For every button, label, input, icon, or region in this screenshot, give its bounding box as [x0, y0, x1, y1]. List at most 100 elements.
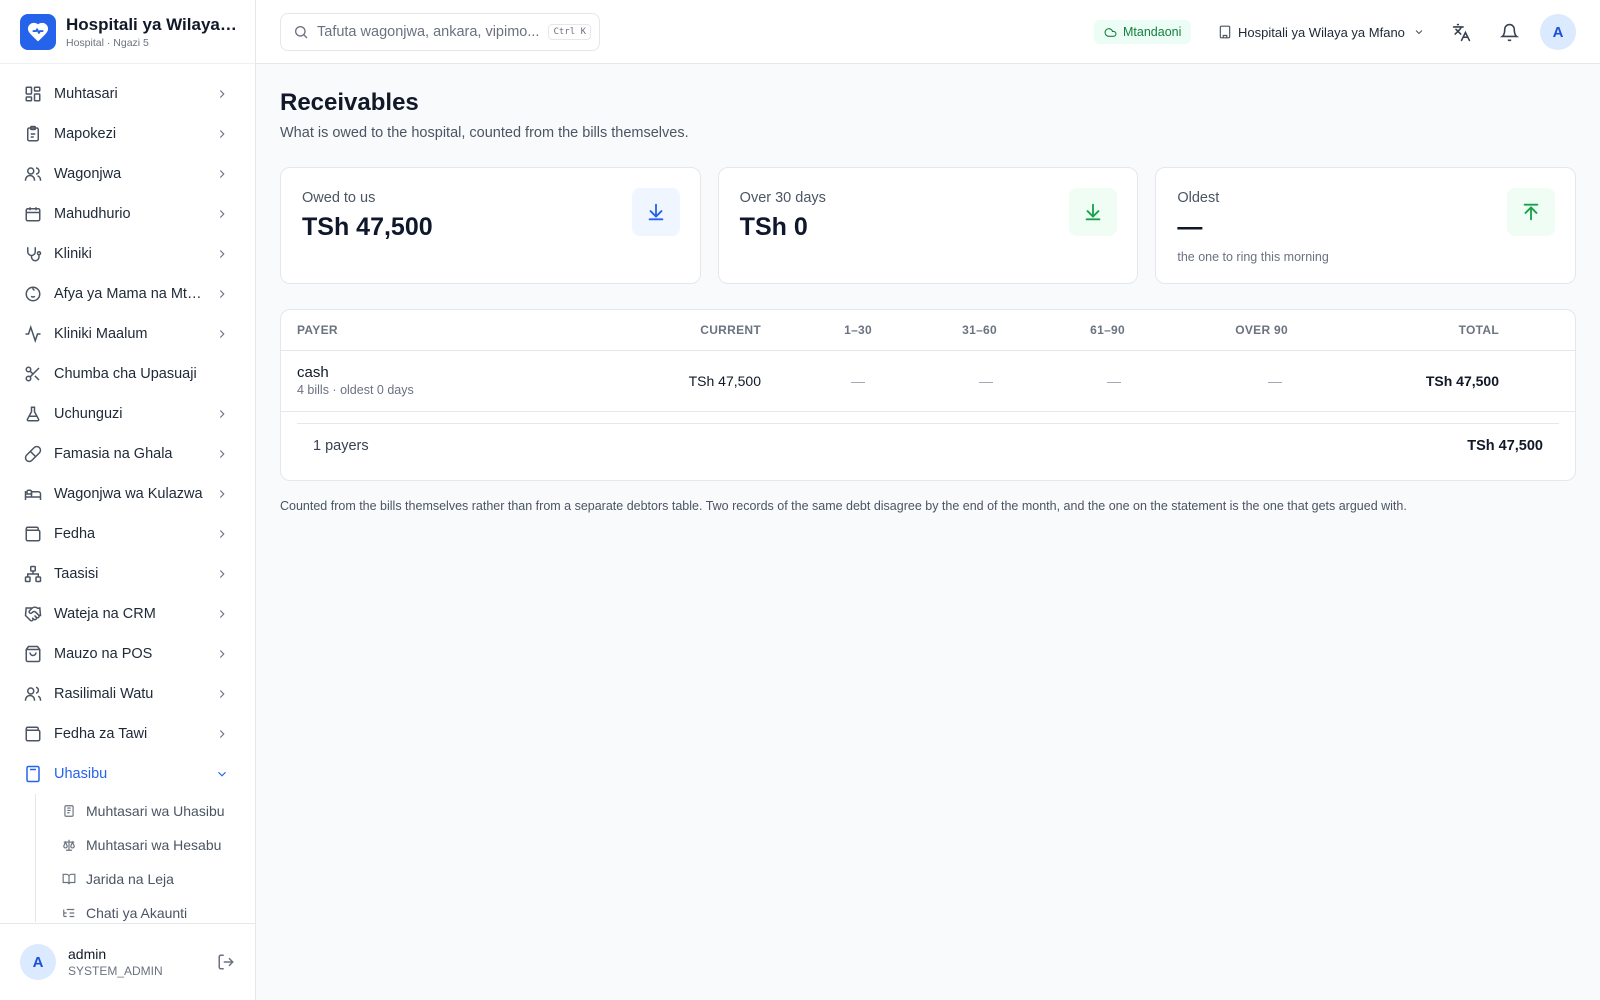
payer-meta: 4 bills · oldest 0 days	[297, 383, 414, 397]
brand-title: Hospitali ya Wilaya ya Mfano	[66, 14, 235, 34]
top-header: Ctrl K Mtandaoni Hospitali ya Wilaya ya …	[256, 0, 1600, 64]
sidebar-item-kliniki[interactable]: Kliniki	[0, 234, 255, 274]
sidebar-item-wagonjwa-kulazwa[interactable]: Wagonjwa wa Kulazwa	[0, 474, 255, 514]
cell-61-90: —	[1107, 373, 1121, 389]
sidebar-item-famasia-ghala[interactable]: Famasia na Ghala	[0, 434, 255, 474]
subnav-item-chati-akaunti[interactable]: Chati ya Akaunti	[36, 896, 255, 922]
sidebar-item-chumba-upasuaji[interactable]: Chumba cha Upasuaji	[0, 354, 255, 394]
page-subtitle: What is owed to the hospital, counted fr…	[280, 125, 689, 141]
stat-note: the one to ring this morning	[1177, 250, 1329, 264]
facility-name: Hospitali ya Wilaya ya Mfano	[1238, 24, 1405, 40]
column-header-1-30[interactable]: 1–30	[844, 323, 872, 337]
chevron-right-icon	[219, 330, 225, 338]
sidebar-item-wateja-crm[interactable]: Wateja na CRM	[0, 594, 255, 634]
sidebar-item-label: Rasilimali Watu	[54, 686, 154, 702]
column-header-31-60[interactable]: 31–60	[962, 323, 997, 337]
sidebar-item-mauzo-pos[interactable]: Mauzo na POS	[0, 634, 255, 674]
sidebar-item-uchunguzi[interactable]: Uchunguzi	[0, 394, 255, 434]
download-icon	[631, 188, 680, 236]
chevron-down-icon	[218, 771, 226, 777]
sidebar-item-mapokezi[interactable]: Mapokezi	[0, 114, 255, 154]
chevron-right-icon	[219, 250, 225, 258]
sidebar-item-label: Wagonjwa wa Kulazwa	[54, 486, 203, 502]
brand[interactable]: Hospitali ya Wilaya ya Mfano Hospital · …	[0, 0, 255, 64]
chevron-right-icon	[219, 90, 225, 98]
sidebar-item-label: Kliniki Maalum	[54, 326, 148, 342]
cell-1-30: —	[851, 373, 865, 389]
sidebar-item-uhasibu[interactable]: Uhasibu	[0, 754, 255, 794]
sidebar-item-label: Mauzo na POS	[54, 646, 153, 662]
subnav-item-muhtasari-hesabu[interactable]: Muhtasari wa Hesabu	[36, 828, 255, 862]
sidebar-item-rasilimali-watu[interactable]: Rasilimali Watu	[0, 674, 255, 714]
cell-over-90: —	[1268, 373, 1282, 389]
shopping-bag-icon	[25, 645, 41, 663]
sidebar-item-mahudhurio[interactable]: Mahudhurio	[0, 194, 255, 234]
stat-label: Owed to us	[302, 190, 376, 206]
chevron-right-icon	[219, 730, 225, 738]
chevron-right-icon	[219, 210, 225, 218]
chevron-right-icon	[219, 530, 225, 538]
table-row[interactable]: cash 4 bills · oldest 0 days TSh 47,500 …	[281, 351, 1575, 412]
column-header-61-90[interactable]: 61–90	[1090, 323, 1125, 337]
search-box[interactable]: Ctrl K	[280, 13, 600, 51]
sidebar-item-label: Uchunguzi	[54, 406, 123, 422]
stat-value: TSh 0	[739, 213, 808, 241]
cell-total: TSh 47,500	[1425, 373, 1499, 389]
language-button[interactable]	[1449, 20, 1473, 44]
sidebar-item-label: Mahudhurio	[54, 206, 131, 222]
user-name: admin	[68, 946, 107, 962]
column-header-current[interactable]: CURRENT	[700, 323, 761, 337]
chevron-right-icon	[219, 490, 225, 498]
column-header-over-90[interactable]: OVER 90	[1235, 323, 1288, 337]
stat-card-over-30: Over 30 days TSh 0	[717, 167, 1139, 284]
baby-icon	[25, 286, 41, 302]
sidebar-item-label: Kliniki	[54, 246, 92, 262]
column-header-payer[interactable]: PAYER	[297, 323, 338, 337]
subnav-item-jarida-leja[interactable]: Jarida na Leja	[36, 862, 255, 896]
logout-icon[interactable]	[217, 953, 235, 971]
sidebar: Hospitali ya Wilaya ya Mfano Hospital · …	[0, 0, 256, 1000]
wallet-icon	[25, 526, 41, 542]
header-avatar[interactable]: A	[1540, 14, 1576, 50]
stat-cards: Owed to us TSh 47,500 Over 30 days TSh 0…	[280, 167, 1577, 284]
sidebar-item-label: Wateja na CRM	[54, 606, 156, 622]
chevron-right-icon	[219, 650, 225, 658]
table-footer: 1 payers TSh 47,500	[297, 423, 1559, 467]
user-bar: A admin SYSTEM_ADMIN	[0, 923, 255, 1000]
column-header-total[interactable]: TOTAL	[1459, 323, 1499, 337]
notifications-button[interactable]	[1497, 20, 1521, 44]
subnav-item-label: Chati ya Akaunti	[86, 905, 188, 921]
avatar[interactable]: A	[20, 944, 56, 980]
shortcut-hint: Ctrl K	[548, 24, 591, 40]
flask-icon	[26, 406, 40, 422]
sidebar-item-label: Chumba cha Upasuaji	[54, 366, 197, 382]
footnote: Counted from the bills themselves rather…	[280, 499, 1407, 513]
chevron-right-icon	[219, 450, 225, 458]
bed-icon	[24, 489, 42, 500]
sidebar-item-kliniki-maalum[interactable]: Kliniki Maalum	[0, 314, 255, 354]
subnav-item-muhtasari-uhasibu[interactable]: Muhtasari wa Uhasibu	[36, 794, 255, 828]
download-icon	[1069, 188, 1118, 236]
chevron-right-icon	[219, 410, 225, 418]
search-input[interactable]	[317, 24, 549, 40]
sidebar-item-label: Wagonjwa	[54, 166, 122, 182]
sidebar-item-fedha-za-tawi[interactable]: Fedha za Tawi	[0, 714, 255, 754]
sidebar-item-label: Taasisi	[54, 566, 99, 582]
sidebar-item-fedha[interactable]: Fedha	[0, 514, 255, 554]
sidebar-item-label: Mapokezi	[54, 126, 117, 142]
sidebar-item-label: Famasia na Ghala	[54, 446, 173, 462]
sidebar-item-taasisi[interactable]: Taasisi	[0, 554, 255, 594]
sidebar-item-label: Afya ya Mama na Mtoto	[54, 286, 207, 302]
subnav-item-label: Muhtasari wa Hesabu	[86, 837, 222, 853]
stat-value: TSh 47,500	[302, 213, 433, 241]
sidebar-item-afya-mama-mtoto[interactable]: Afya ya Mama na Mtoto	[0, 274, 255, 314]
sidebar-item-label: Fedha	[54, 526, 96, 542]
sidebar-item-muhtasari[interactable]: Muhtasari	[0, 74, 255, 114]
cell-current: TSh 47,500	[688, 373, 761, 389]
receipt-icon	[64, 805, 74, 817]
sidebar-item-wagonjwa[interactable]: Wagonjwa	[0, 154, 255, 194]
activity-icon	[25, 325, 41, 343]
receivables-table: PAYER CURRENT 1–30 31–60 61–90 OVER 90 T…	[280, 309, 1576, 481]
facility-selector[interactable]: Hospitali ya Wilaya ya Mfano	[1218, 20, 1425, 44]
status-text: Mtandaoni	[1123, 25, 1182, 39]
